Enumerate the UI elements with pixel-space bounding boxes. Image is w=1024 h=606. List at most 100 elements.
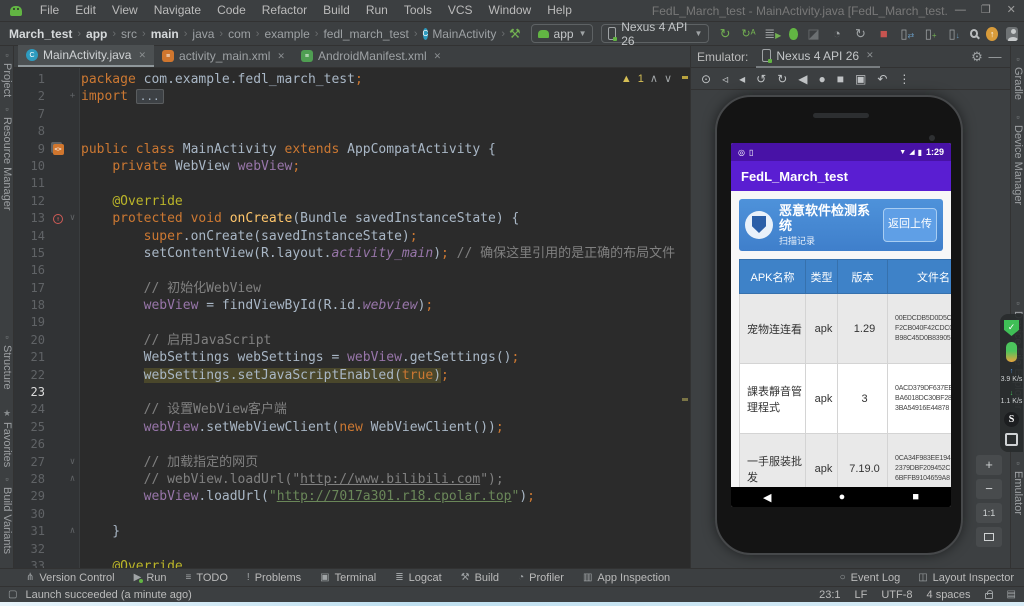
tool-window-todo[interactable]: ≡TODO: [186, 572, 228, 584]
volume-down-icon[interactable]: ◃: [722, 72, 728, 86]
code-line[interactable]: 30: [14, 506, 690, 523]
power-icon[interactable]: ⊙: [701, 72, 711, 86]
rotate-left-icon[interactable]: ↺: [756, 72, 766, 86]
device-manager-icon[interactable]: ▯⇄: [900, 26, 915, 42]
fold-marker[interactable]: ∧: [66, 523, 79, 540]
indent-setting[interactable]: 4 spaces: [927, 589, 971, 601]
run-icon[interactable]: ≣▶: [764, 26, 781, 42]
inspection-widget[interactable]: ▲ 1 ∧ ∨: [621, 72, 672, 85]
code-line[interactable]: 8: [14, 123, 690, 140]
tool-strip-structure[interactable]: ▫Structure: [0, 332, 14, 390]
tool-strip-device-manager[interactable]: ▫Device Manager: [1011, 112, 1024, 205]
menu-help[interactable]: Help: [539, 0, 580, 21]
tool-window-app-inspection[interactable]: ▥App Inspection: [583, 572, 670, 584]
code-line[interactable]: 25 webView.setWebViewClient(new WebViewC…: [14, 419, 690, 436]
code-line[interactable]: 14 super.onCreate(savedInstanceState);: [14, 228, 690, 245]
volume-up-icon[interactable]: ◂: [739, 72, 745, 86]
code-line[interactable]: 24 // 设置WebView客户端: [14, 401, 690, 418]
tool-strip-project[interactable]: ▫Project: [0, 50, 14, 97]
profile-icon[interactable]: ◔: [829, 26, 844, 41]
close-icon[interactable]: ✕: [866, 50, 874, 61]
phone-screen[interactable]: ◎ ▯ ▼ ◢ ▮ 1:29 FedL_March_test: [731, 143, 951, 507]
next-warning-icon[interactable]: ∨: [664, 72, 672, 85]
code-line[interactable]: 16: [14, 262, 690, 279]
menu-tools[interactable]: Tools: [396, 0, 440, 21]
breadcrumb-item[interactable]: main: [150, 27, 180, 41]
tool-strip-gradle[interactable]: ▫Gradle: [1011, 54, 1024, 100]
breadcrumb-item[interactable]: fedl_march_test: [322, 27, 409, 41]
code-line[interactable]: 9<>public class MainActivity extends App…: [14, 141, 690, 158]
back-icon[interactable]: ◀: [798, 72, 807, 86]
breadcrumb-item[interactable]: app: [85, 27, 108, 41]
code-line[interactable]: 22 webSettings.setJavaScriptEnabled(true…: [14, 367, 690, 384]
s-badge-icon[interactable]: S: [1004, 412, 1019, 427]
table-row[interactable]: 宠物连连看apk1.2900EDCDB5D0D5C9F2CB040F42CDC0…: [740, 294, 952, 364]
close-icon[interactable]: ✕: [434, 51, 442, 62]
menu-edit[interactable]: Edit: [67, 0, 104, 21]
tool-strip-resource-manager[interactable]: ▫Resource Manager: [0, 104, 14, 211]
code-line[interactable]: 28∧ // webView.loadUrl("http://www.bilib…: [14, 471, 690, 488]
menu-vcs[interactable]: VCS: [440, 0, 481, 21]
code-line[interactable]: 12 @Override: [14, 193, 690, 210]
table-row[interactable]: 課表靜音管理程式apk30ACD379DF637EEBA6018DC30BF28…: [740, 364, 952, 434]
menu-navigate[interactable]: Navigate: [146, 0, 209, 21]
file-encoding[interactable]: UTF-8: [881, 589, 912, 601]
snapshots-icon[interactable]: ↶: [877, 72, 887, 86]
build-hammer-icon[interactable]: ⚒: [507, 26, 522, 42]
code-line[interactable]: 23: [14, 384, 690, 401]
tool-window-toggle-icon[interactable]: ▢: [8, 589, 17, 600]
menu-build[interactable]: Build: [315, 0, 358, 21]
code-line[interactable]: 32: [14, 541, 690, 558]
device-select[interactable]: Nexus 4 API 26 ▼: [601, 24, 709, 43]
gear-icon[interactable]: ⚙: [968, 49, 986, 65]
tool-window-profiler[interactable]: ◔Profiler: [518, 572, 564, 584]
notifications-icon[interactable]: ▤: [1007, 589, 1016, 600]
tool-window-build[interactable]: ⚒Build: [461, 572, 499, 584]
menu-window[interactable]: Window: [481, 0, 540, 21]
readonly-lock-icon[interactable]: [985, 593, 993, 599]
menu-refactor[interactable]: Refactor: [254, 0, 315, 21]
nav-back-icon[interactable]: ◀: [763, 491, 771, 504]
tool-window-layout-inspector[interactable]: ◫Layout Inspector: [918, 572, 1014, 584]
screenshot-icon[interactable]: ▣: [855, 72, 866, 86]
menu-code[interactable]: Code: [209, 0, 254, 21]
screen-capture-icon[interactable]: [1005, 433, 1018, 446]
menu-view[interactable]: View: [104, 0, 146, 21]
hide-panel-icon[interactable]: —: [986, 49, 1004, 64]
tool-window-terminal[interactable]: ▣Terminal: [320, 572, 376, 584]
stop-icon[interactable]: ■: [876, 26, 891, 41]
tool-window-logcat[interactable]: ≣Logcat: [395, 572, 441, 584]
maximize-button[interactable]: ❐: [973, 0, 998, 21]
zoom-in-button[interactable]: +: [976, 455, 1002, 475]
tab-activity_main-xml[interactable]: ≡activity_main.xml✕: [154, 45, 293, 67]
update-available-icon[interactable]: ↑: [986, 27, 998, 41]
line-separator[interactable]: LF: [855, 589, 868, 601]
code-line[interactable]: 19: [14, 314, 690, 331]
code-line[interactable]: 10 private WebView webView;: [14, 158, 690, 175]
code-line[interactable]: 29 webView.loadUrl("http://7017a301.r18.…: [14, 488, 690, 505]
code-line[interactable]: 18 webView = findViewById(R.id.webview);: [14, 297, 690, 314]
overview-icon[interactable]: ■: [837, 72, 844, 86]
rotate-right-icon[interactable]: ↻: [777, 72, 787, 86]
code-line[interactable]: 26: [14, 436, 690, 453]
breadcrumb-item[interactable]: com: [227, 27, 252, 41]
tool-window-run[interactable]: ▶Run: [134, 572, 167, 584]
close-icon[interactable]: ✕: [277, 51, 285, 62]
tab-mainactivity-java[interactable]: CMainActivity.java✕: [18, 45, 154, 67]
fold-marker[interactable]: ∧: [66, 471, 79, 488]
table-row[interactable]: 一手服装批发apk7.19.00CA34F983EE1942379DBF2094…: [740, 434, 952, 488]
breadcrumb-item[interactable]: MainActivity: [431, 27, 497, 41]
sync-project-icon[interactable]: ↻: [853, 26, 868, 42]
prev-warning-icon[interactable]: ∧: [650, 72, 658, 85]
breadcrumb-item[interactable]: src: [120, 27, 138, 41]
tool-strip-emulator[interactable]: ▫Emulator: [1011, 458, 1024, 515]
tool-window-version-control[interactable]: ⋔Version Control: [26, 572, 115, 584]
code-line[interactable]: 33 @Override: [14, 558, 690, 568]
code-line[interactable]: 1package com.example.fedl_march_test;: [14, 71, 690, 88]
zoom-reset-button[interactable]: 1:1: [976, 503, 1002, 523]
overrides-method-icon[interactable]: ↑: [53, 214, 63, 224]
menu-run[interactable]: Run: [358, 0, 396, 21]
search-everywhere-icon[interactable]: [970, 29, 978, 38]
editor-scrollbar[interactable]: [680, 68, 690, 568]
code-line[interactable]: 27∨ // 加载指定的网页: [14, 454, 690, 471]
